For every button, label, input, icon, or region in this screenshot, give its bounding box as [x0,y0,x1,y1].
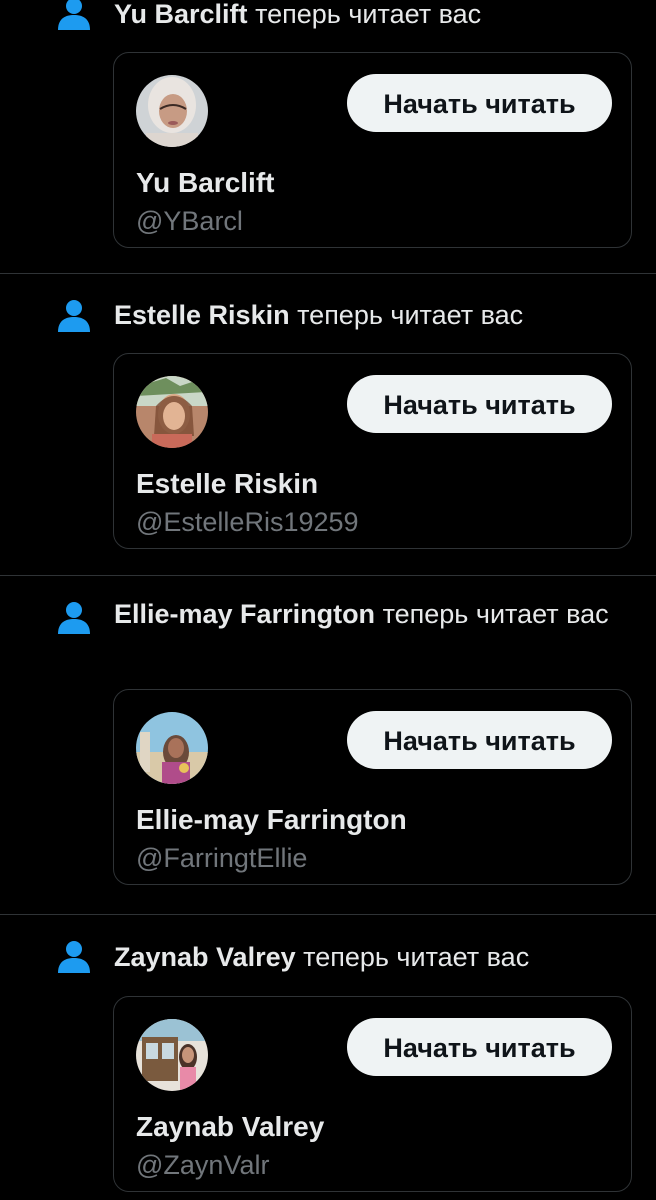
notification-item[interactable]: Ellie-may Farrington теперь читает вас Н… [0,576,656,915]
notification-headline: Zaynab Valrey теперь читает вас [114,937,634,977]
notification-action: теперь читает вас [255,0,482,29]
avatar[interactable] [136,75,208,147]
person-icon [58,300,90,332]
notification-headline: Yu Barclift теперь читает вас [114,0,634,34]
notification-item[interactable]: Zaynab Valrey теперь читает вас Начать ч… [0,915,656,1200]
person-icon [58,0,90,30]
follow-button[interactable]: Начать читать [347,711,612,769]
user-card[interactable]: Начать читать Yu Barclift @YBarcl [113,52,632,248]
follower-name[interactable]: Zaynab Valrey [114,942,296,972]
user-handle[interactable]: @FarringtEllie [136,840,307,876]
user-card[interactable]: Начать читать Ellie-may Farrington @Farr… [113,689,632,885]
follow-button[interactable]: Начать читать [347,375,612,433]
follow-button[interactable]: Начать читать [347,74,612,132]
user-handle[interactable]: @EstelleRis19259 [136,504,359,540]
notification-headline: Ellie-may Farrington теперь читает вас [114,594,634,634]
user-card[interactable]: Начать читать Zaynab Valrey @ZaynValr [113,996,632,1192]
user-handle[interactable]: @YBarcl [136,203,243,239]
avatar[interactable] [136,1019,208,1091]
avatar[interactable] [136,712,208,784]
avatar[interactable] [136,376,208,448]
user-display-name[interactable]: Estelle Riskin [136,466,318,502]
notification-headline: Estelle Riskin теперь читает вас [114,295,634,335]
notification-action: теперь читает вас [303,942,530,972]
user-handle[interactable]: @ZaynValr [136,1147,269,1183]
notification-item[interactable]: Estelle Riskin теперь читает вас Начать … [0,274,656,576]
follower-name[interactable]: Estelle Riskin [114,300,290,330]
person-icon [58,602,90,634]
follower-name[interactable]: Yu Barclift [114,0,248,29]
follower-name[interactable]: Ellie-may Farrington [114,599,375,629]
notification-item[interactable]: Yu Barclift теперь читает вас Начать чит… [0,0,656,274]
user-display-name[interactable]: Ellie-may Farrington [136,802,407,838]
user-card[interactable]: Начать читать Estelle Riskin @EstelleRis… [113,353,632,549]
person-icon [58,941,90,973]
follow-button[interactable]: Начать читать [347,1018,612,1076]
notification-action: теперь читает вас [382,599,609,629]
user-display-name[interactable]: Zaynab Valrey [136,1109,324,1145]
notification-action: теперь читает вас [297,300,524,330]
user-display-name[interactable]: Yu Barclift [136,165,274,201]
